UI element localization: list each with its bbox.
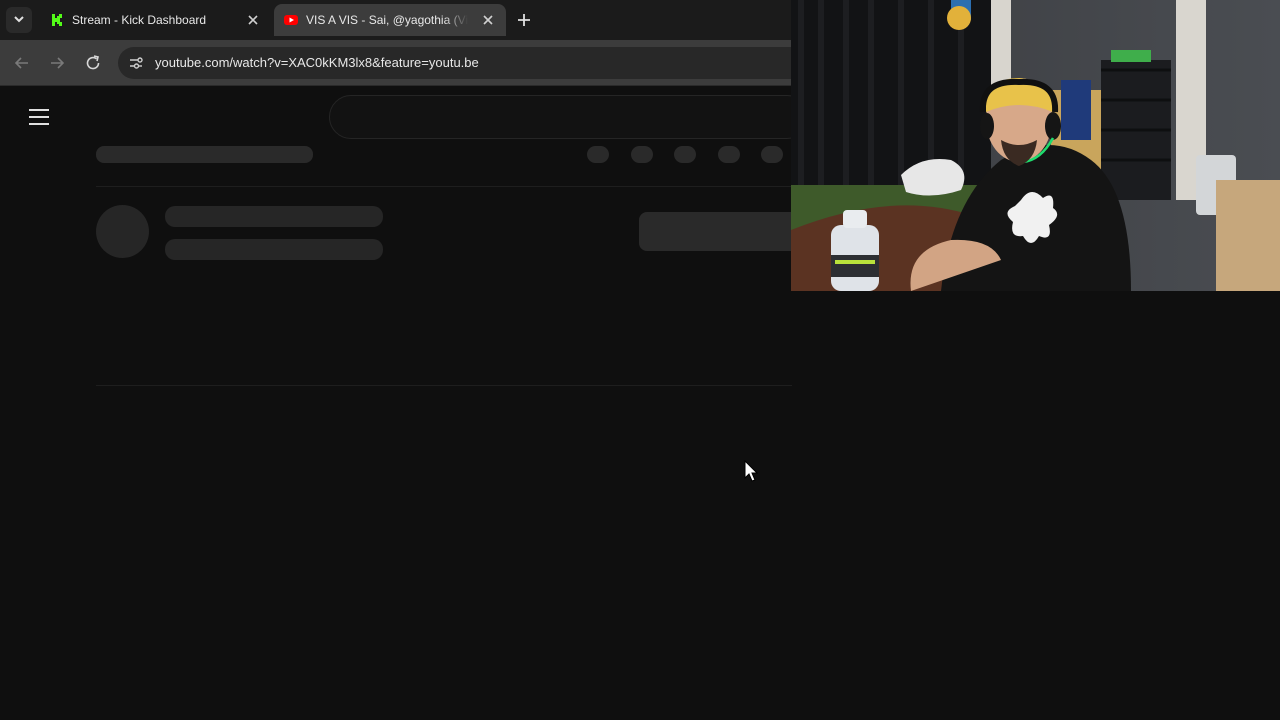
divider	[96, 186, 792, 187]
menu-icon[interactable]	[29, 109, 49, 125]
chevron-down-icon	[14, 16, 24, 23]
tab-title: VIS A VIS - Sai, @yagothia (Video	[306, 13, 468, 27]
channel-avatar-skeleton	[96, 205, 149, 258]
mouse-cursor-icon	[744, 460, 758, 482]
tab-youtube-video[interactable]: VIS A VIS - Sai, @yagothia (Video	[274, 4, 506, 36]
action-skeleton	[631, 146, 653, 163]
video-title-skeleton	[96, 146, 313, 163]
subscribe-button-skeleton	[639, 212, 799, 251]
new-tab-plus-icon[interactable]	[514, 10, 534, 30]
site-settings-icon[interactable]	[128, 55, 144, 71]
tab-kick-dashboard[interactable]: Stream - Kick Dashboard	[40, 4, 268, 36]
action-skeleton	[718, 146, 740, 163]
action-skeleton	[587, 146, 609, 163]
close-icon[interactable]	[244, 11, 262, 29]
search-bar-placeholder[interactable]	[329, 95, 809, 139]
reload-icon[interactable]	[82, 52, 104, 74]
tab-search-dropdown-button[interactable]	[6, 7, 32, 33]
tab-title: Stream - Kick Dashboard	[72, 13, 207, 27]
webcam-overlay	[791, 0, 1280, 291]
webcam-feed-image	[791, 0, 1280, 291]
close-icon[interactable]	[479, 11, 497, 29]
kick-logo-icon	[50, 13, 64, 27]
back-arrow-icon[interactable]	[11, 52, 33, 74]
channel-info-skeleton	[165, 239, 383, 260]
channel-name-skeleton	[165, 206, 383, 227]
address-bar[interactable]: youtube.com/watch?v=XAC0kKM3lx8&feature=…	[118, 47, 878, 79]
divider	[96, 385, 792, 386]
forward-arrow-icon[interactable]	[46, 52, 68, 74]
action-skeleton	[761, 146, 783, 163]
action-skeleton	[674, 146, 696, 163]
address-bar-url: youtube.com/watch?v=XAC0kKM3lx8&feature=…	[155, 55, 479, 70]
youtube-logo-icon	[284, 15, 298, 25]
